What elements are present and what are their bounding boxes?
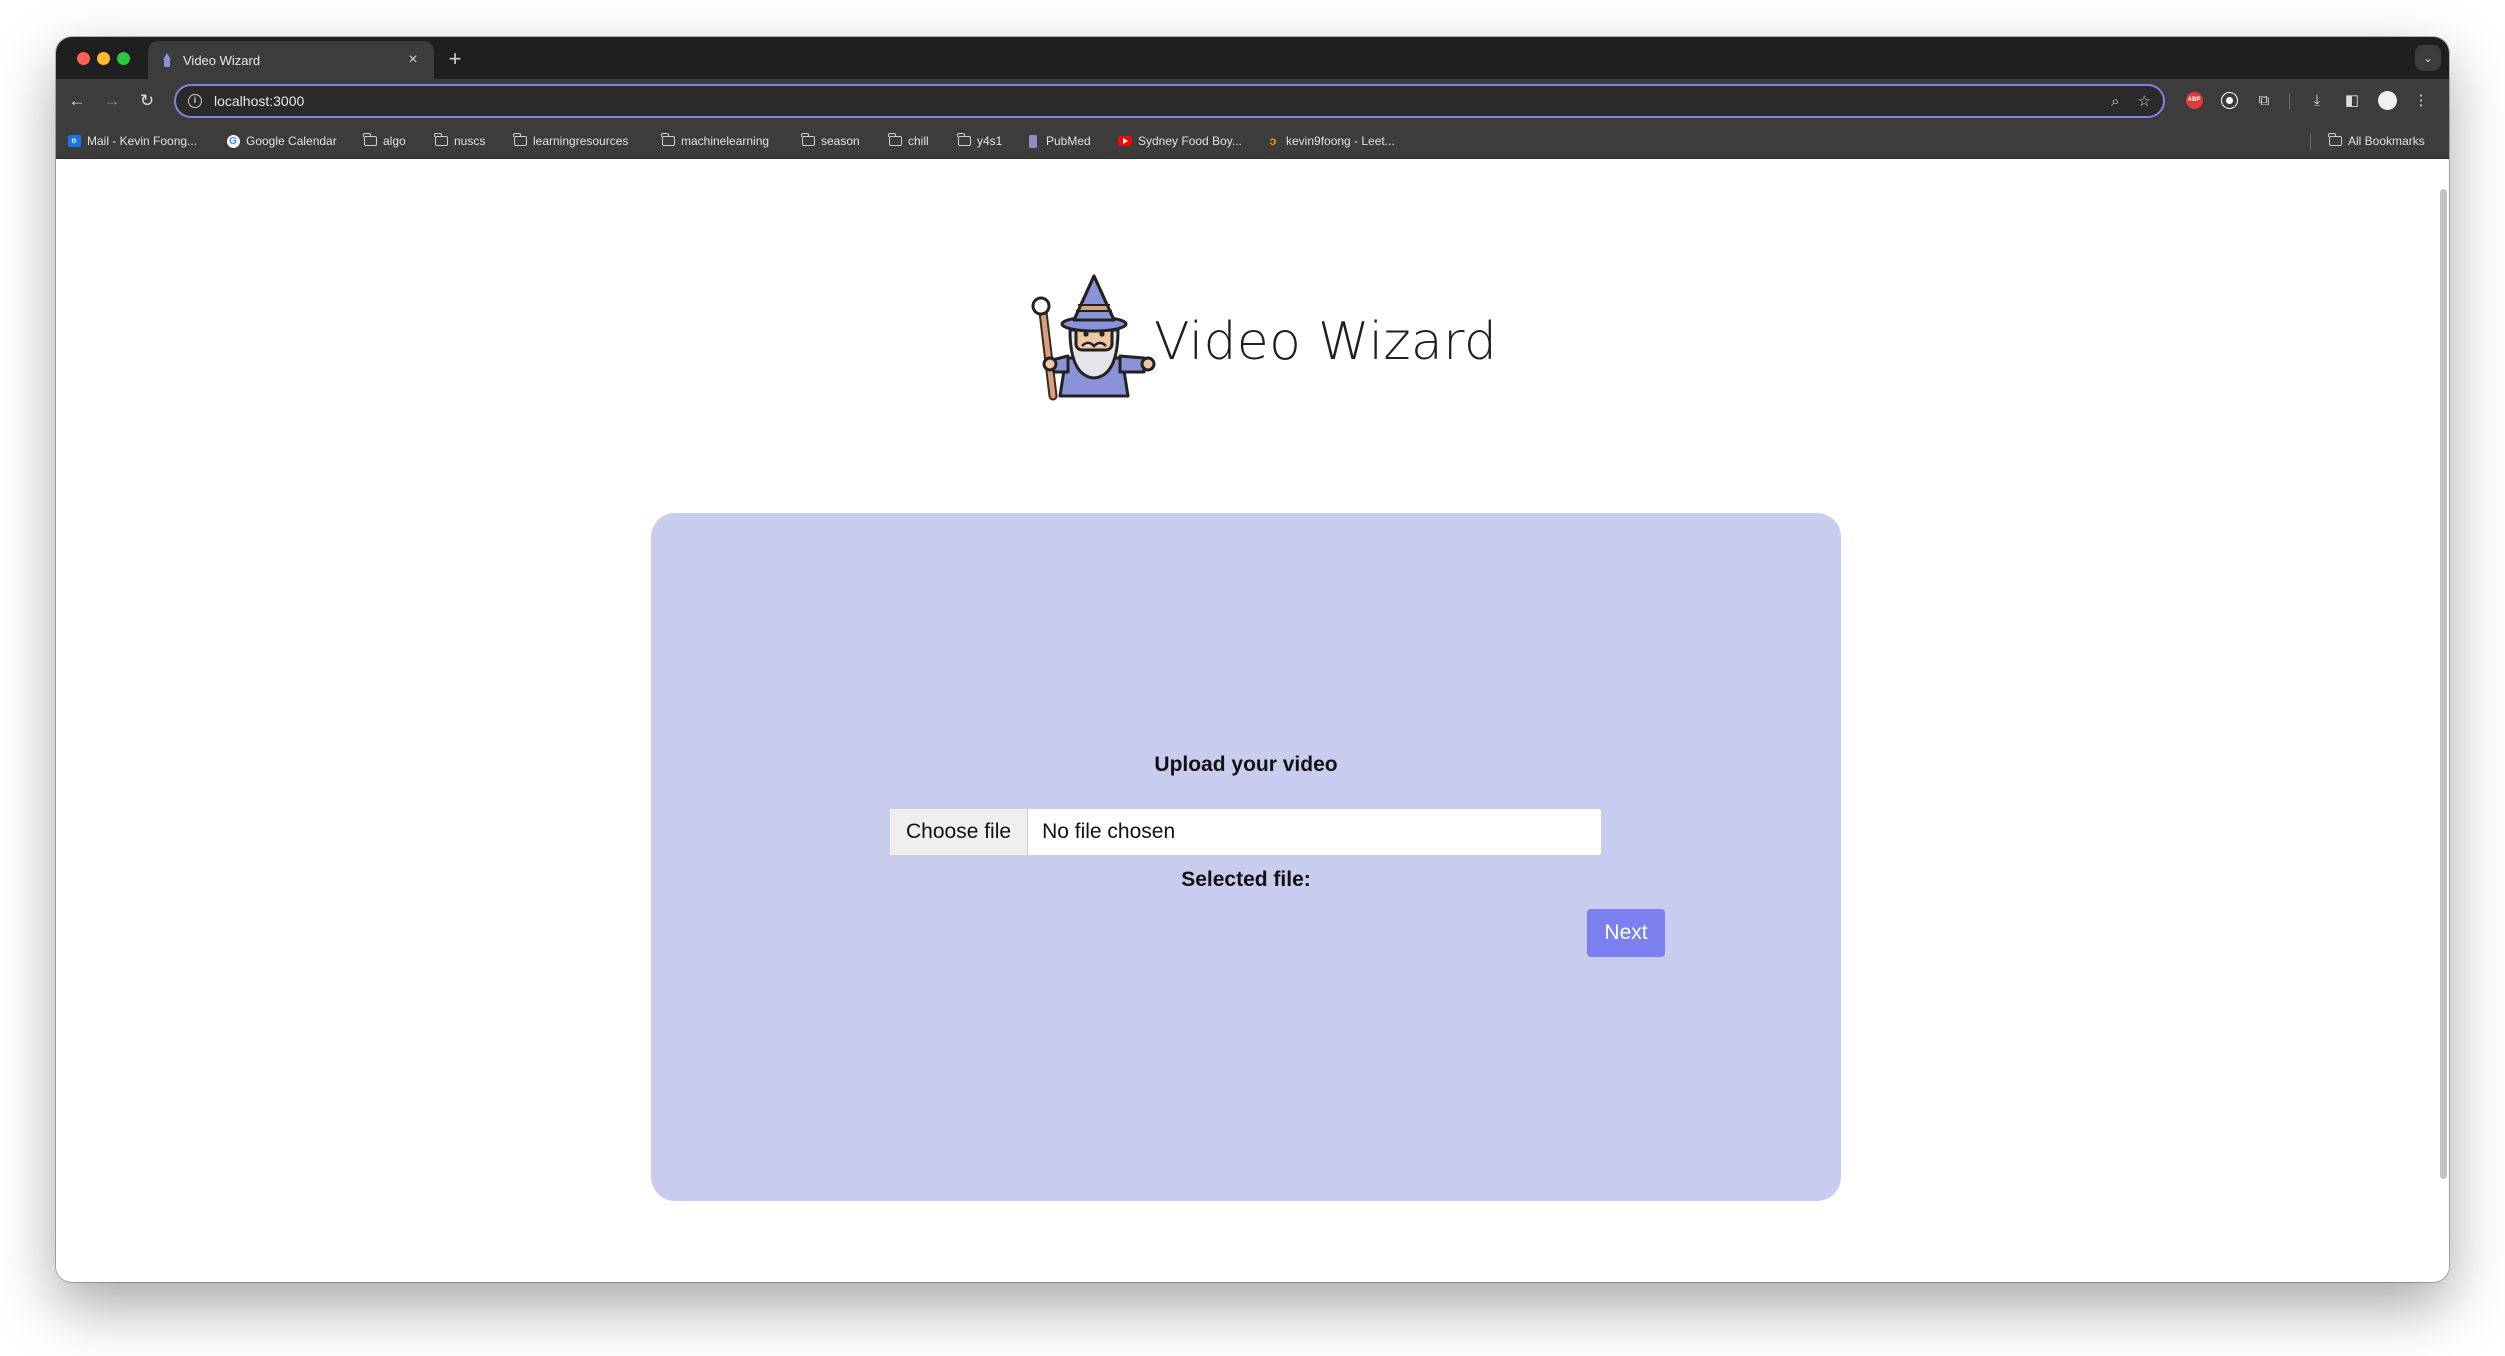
minimize-window-button[interactable] — [97, 52, 110, 65]
selected-file-label: Selected file: — [1181, 868, 1311, 891]
youtube-icon — [1118, 135, 1132, 147]
bookmark-sydney-food-boy[interactable]: Sydney Food Boy... — [1118, 132, 1242, 150]
toolbar-divider — [2289, 93, 2290, 109]
browser-menu-icon[interactable]: ⋮ — [2410, 90, 2432, 112]
folder-icon — [363, 133, 377, 147]
choose-file-button[interactable]: Choose file — [890, 809, 1029, 855]
page-title: Video Wizard — [1154, 312, 1498, 372]
bookmark-folder-nuscs[interactable]: nuscs — [434, 132, 485, 150]
bookmark-google-calendar[interactable]: G Google Calendar — [226, 132, 337, 150]
folder-icon — [957, 133, 971, 147]
tab-video-wizard[interactable]: Video Wizard × — [148, 41, 434, 79]
folder-icon — [513, 133, 527, 147]
side-panel-icon[interactable]: ◧ — [2341, 90, 2363, 112]
page-scrollbar[interactable] — [2440, 189, 2447, 1179]
download-icon[interactable]: ⤓ — [2306, 90, 2328, 112]
address-bar[interactable]: i localhost:3000 ⌕ ☆ — [174, 84, 2165, 118]
bookmark-folder-chill[interactable]: chill — [888, 132, 929, 150]
next-button[interactable]: Next — [1587, 909, 1665, 957]
bookmarks-divider — [2310, 134, 2311, 150]
tab-search-button[interactable]: ⌄ — [2415, 45, 2441, 71]
forward-button[interactable]: → — [98, 87, 126, 115]
extensions-puzzle-icon[interactable]: ⧉ — [2253, 90, 2275, 112]
zoom-icon[interactable]: ⌕ — [2111, 93, 2119, 110]
fullscreen-window-button[interactable] — [117, 52, 130, 65]
close-window-button[interactable] — [77, 52, 90, 65]
outlook-mail-icon: o — [67, 135, 81, 147]
bookmark-pubmed[interactable]: PubMed — [1026, 132, 1091, 150]
bookmark-leetcode[interactable]: ↄ kevin9foong - Leet... — [1266, 132, 1395, 150]
record-extension-icon[interactable] — [2218, 90, 2240, 112]
new-tab-button[interactable]: + — [441, 45, 469, 73]
app-header: Video Wizard — [1028, 272, 1497, 402]
reload-button[interactable]: ↻ — [133, 87, 161, 115]
browser-toolbar: ← → ↻ i localhost:3000 ⌕ ☆ ABP ⧉ ⤓ ◧ ⋮ — [56, 79, 2449, 123]
file-status-text: No file chosen — [1042, 820, 1176, 843]
pubmed-icon — [1026, 134, 1040, 148]
upload-card: Upload your video Choose file No file ch… — [651, 513, 1841, 1201]
folder-icon — [2328, 133, 2342, 147]
folder-icon — [434, 133, 448, 147]
leetcode-icon: ↄ — [1269, 134, 1277, 148]
google-icon: G — [226, 134, 240, 148]
upload-heading: Upload your video — [1154, 753, 1338, 776]
adblock-extension-icon[interactable]: ABP — [2183, 90, 2205, 112]
folder-icon — [661, 133, 675, 147]
all-bookmarks-button[interactable]: All Bookmarks — [2328, 132, 2425, 150]
bookmark-folder-algo[interactable]: algo — [363, 132, 406, 150]
tab-title: Video Wizard — [183, 52, 261, 68]
bookmark-folder-season[interactable]: season — [801, 132, 860, 150]
wizard-logo-icon — [1031, 274, 1156, 401]
tab-close-icon[interactable]: × — [404, 51, 422, 69]
page-content: Video Wizard Upload your video Choose fi… — [56, 159, 2449, 1282]
bookmark-star-icon[interactable]: ☆ — [2138, 92, 2151, 110]
bookmarks-bar: o Mail - Kevin Foong... G Google Calenda… — [56, 123, 2449, 159]
bookmark-folder-y4s1[interactable]: y4s1 — [957, 132, 1002, 150]
url-text[interactable]: localhost:3000 — [214, 93, 2093, 109]
video-file-input[interactable]: Choose file No file chosen — [889, 808, 1602, 856]
bookmark-mail[interactable]: o Mail - Kevin Foong... — [67, 132, 197, 150]
folder-icon — [888, 133, 902, 147]
wizard-favicon-icon — [160, 53, 174, 67]
browser-window: Video Wizard × + ⌄ ← → ↻ i localhost:300… — [56, 37, 2449, 1282]
bookmark-folder-machinelearning[interactable]: machinelearning — [661, 132, 769, 150]
back-button[interactable]: ← — [63, 87, 91, 115]
profile-avatar-icon[interactable] — [2376, 90, 2398, 112]
site-info-icon[interactable]: i — [188, 94, 202, 108]
tab-strip: Video Wizard × + ⌄ — [56, 37, 2449, 79]
bookmark-folder-learningresources[interactable]: learningresources — [513, 132, 628, 150]
folder-icon — [801, 133, 815, 147]
